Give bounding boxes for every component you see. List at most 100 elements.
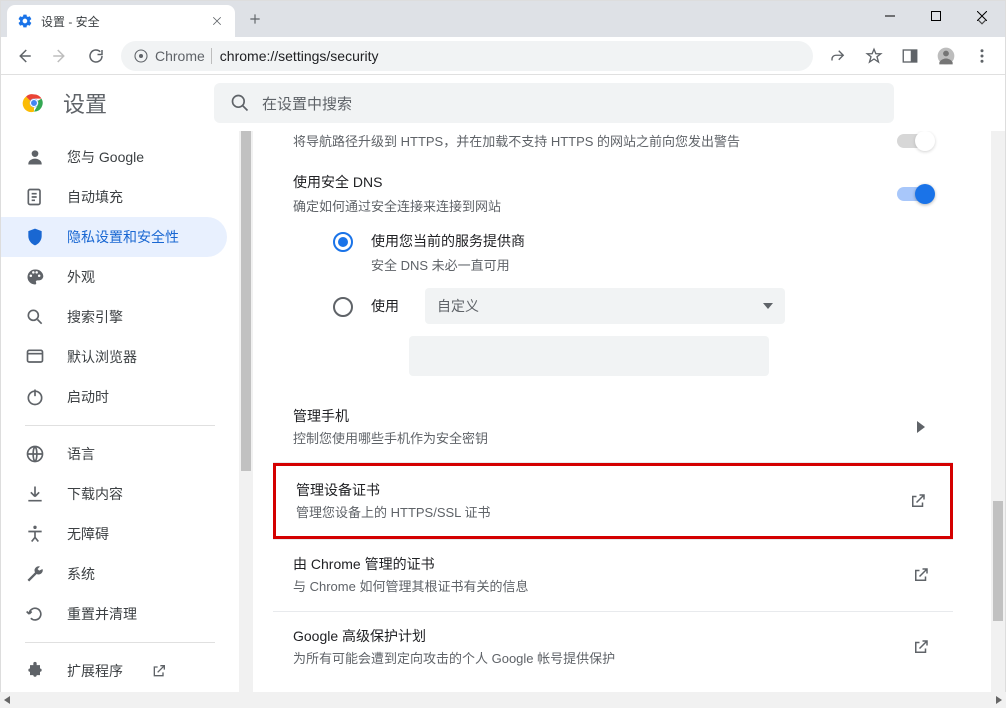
browser-icon	[25, 347, 45, 367]
wrench-icon	[25, 564, 45, 584]
palette-icon	[25, 267, 45, 287]
search-icon	[25, 307, 45, 327]
chevron-right-icon	[909, 415, 933, 439]
menu-button[interactable]	[965, 39, 999, 73]
scroll-right-button[interactable]	[990, 692, 1006, 708]
row-title: 管理设备证书	[296, 480, 906, 500]
radio-label: 使用您当前的服务提供商	[371, 231, 525, 251]
https-upgrade-row: 将导航路径升级到 HTTPS，并在加载不支持 HTTPS 的网站之前向您发出警告	[273, 131, 953, 162]
dns-option-custom[interactable]: 使用 自定义	[333, 288, 933, 324]
settings-sidebar: 您与 Google 自动填充 隐私设置和安全性 外观 搜索引擎 默认浏览器	[1, 131, 239, 693]
site-info-icon[interactable]: Chrome	[133, 48, 212, 64]
radio-label: 使用	[371, 296, 399, 316]
sidebar-label: 重置并清理	[67, 604, 137, 624]
manage-certificates-row[interactable]: 管理设备证书 管理您设备上的 HTTPS/SSL 证书	[273, 463, 953, 539]
dropdown-value: 自定义	[437, 296, 479, 316]
scrollbar-thumb[interactable]	[993, 501, 1003, 621]
close-window-button[interactable]	[959, 1, 1005, 31]
sidebar-item-system[interactable]: 系统	[1, 554, 227, 594]
row-desc: 为所有可能会遭到定向攻击的个人 Google 帐号提供保护	[293, 650, 909, 668]
chrome-logo-icon	[21, 90, 47, 116]
row-title: 由 Chrome 管理的证书	[293, 554, 909, 574]
sidebar-separator	[25, 642, 215, 643]
row-desc: 与 Chrome 如何管理其根证书有关的信息	[293, 578, 909, 596]
sidebar-label: 外观	[67, 267, 95, 287]
url-text: chrome://settings/security	[220, 48, 801, 64]
scroll-left-button[interactable]	[0, 692, 16, 708]
secure-dns-section: 使用安全 DNS 确定如何通过安全连接来连接到网站 使用您当前的服务提供商 安全…	[273, 162, 953, 392]
page-title: 设置	[63, 87, 107, 119]
sidebar-item-accessibility[interactable]: 无障碍	[1, 514, 227, 554]
row-title: Google 高级保护计划	[293, 626, 909, 646]
dns-custom-input[interactable]	[409, 336, 769, 376]
bookmark-button[interactable]	[857, 39, 891, 73]
caret-down-icon	[763, 303, 773, 309]
sidebar-item-languages[interactable]: 语言	[1, 434, 227, 474]
accessibility-icon	[25, 524, 45, 544]
url-scheme-label: Chrome	[155, 48, 205, 64]
sidebar-item-extensions[interactable]: 扩展程序	[1, 651, 227, 691]
dns-option-current-provider[interactable]: 使用您当前的服务提供商 安全 DNS 未必一直可用	[333, 231, 933, 274]
sidebar-label: 启动时	[67, 387, 109, 407]
https-upgrade-desc: 将导航路径升级到 HTTPS，并在加载不支持 HTTPS 的网站之前向您发出警告	[293, 131, 897, 150]
globe-icon	[25, 444, 45, 464]
open-in-new-icon	[909, 635, 933, 659]
secure-dns-title: 使用安全 DNS	[293, 172, 897, 192]
settings-header: 设置 在设置中搜索	[1, 75, 1005, 131]
sidebar-label: 语言	[67, 444, 95, 464]
secure-dns-toggle[interactable]	[897, 187, 933, 201]
sidebar-item-autofill[interactable]: 自动填充	[1, 177, 227, 217]
maximize-button[interactable]	[913, 1, 959, 31]
sidebar-item-search-engine[interactable]: 搜索引擎	[1, 297, 227, 337]
settings-content: 将导航路径升级到 HTTPS，并在加载不支持 HTTPS 的网站之前向您发出警告…	[253, 131, 991, 693]
manage-phones-row[interactable]: 管理手机 控制您使用哪些手机作为安全密钥	[273, 392, 953, 462]
search-placeholder: 在设置中搜索	[262, 93, 352, 114]
profile-button[interactable]	[929, 39, 963, 73]
window-titlebar: 设置 - 安全	[1, 1, 1005, 37]
gear-icon	[17, 13, 33, 29]
row-title: 管理手机	[293, 406, 909, 426]
sidebar-item-default-browser[interactable]: 默认浏览器	[1, 337, 227, 377]
browser-tab[interactable]: 设置 - 安全	[7, 5, 235, 37]
minimize-button[interactable]	[867, 1, 913, 31]
window-controls	[867, 1, 1005, 31]
open-in-new-icon	[909, 563, 933, 587]
secure-dns-desc: 确定如何通过安全连接来连接到网站	[293, 196, 897, 215]
reload-button[interactable]	[79, 39, 113, 73]
content-scrollbar[interactable]	[991, 131, 1005, 693]
sidebar-item-privacy-security[interactable]: 隐私设置和安全性	[1, 217, 227, 257]
sidebar-item-reset[interactable]: 重置并清理	[1, 594, 227, 634]
tab-close-button[interactable]	[209, 13, 225, 29]
search-icon	[230, 93, 250, 113]
new-tab-button[interactable]	[241, 5, 269, 33]
autofill-icon	[25, 187, 45, 207]
chrome-certificates-row[interactable]: 由 Chrome 管理的证书 与 Chrome 如何管理其根证书有关的信息	[273, 540, 953, 610]
download-icon	[25, 484, 45, 504]
sidebar-label: 您与 Google	[67, 147, 144, 167]
browser-toolbar: Chrome chrome://settings/security	[1, 37, 1005, 75]
sidebar-item-downloads[interactable]: 下载内容	[1, 474, 227, 514]
scrollbar-thumb[interactable]	[241, 131, 251, 471]
forward-button[interactable]	[43, 39, 77, 73]
reset-icon	[25, 604, 45, 624]
radio-button[interactable]	[333, 232, 353, 252]
sidebar-label: 隐私设置和安全性	[67, 227, 179, 247]
share-button[interactable]	[821, 39, 855, 73]
address-bar[interactable]: Chrome chrome://settings/security	[121, 41, 813, 71]
dns-custom-dropdown[interactable]: 自定义	[425, 288, 785, 324]
side-panel-button[interactable]	[893, 39, 927, 73]
sidebar-item-on-startup[interactable]: 启动时	[1, 377, 227, 417]
back-button[interactable]	[7, 39, 41, 73]
sidebar-scrollbar[interactable]	[239, 131, 253, 693]
person-icon	[25, 147, 45, 167]
settings-search-input[interactable]: 在设置中搜索	[214, 83, 894, 123]
horizontal-scrollbar[interactable]	[0, 692, 1006, 708]
advanced-protection-row[interactable]: Google 高级保护计划 为所有可能会遭到定向攻击的个人 Google 帐号提…	[273, 612, 953, 682]
shield-icon	[25, 227, 45, 247]
radio-button[interactable]	[333, 297, 353, 317]
extension-icon	[25, 661, 45, 681]
sidebar-item-appearance[interactable]: 外观	[1, 257, 227, 297]
https-upgrade-toggle[interactable]	[897, 134, 933, 148]
sidebar-label: 默认浏览器	[67, 347, 137, 367]
sidebar-item-you-and-google[interactable]: 您与 Google	[1, 137, 227, 177]
